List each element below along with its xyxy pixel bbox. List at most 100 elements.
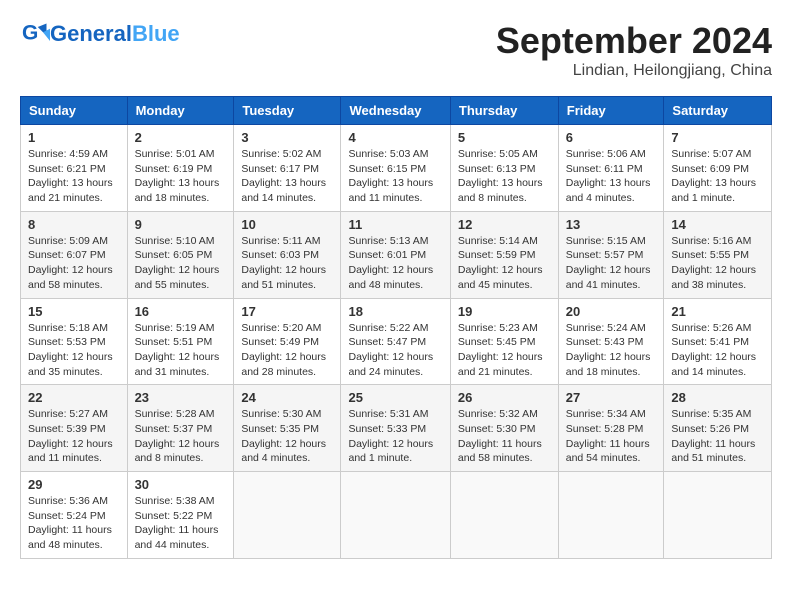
day-number: 22 xyxy=(28,390,120,405)
calendar-cell: 2Sunrise: 5:01 AM Sunset: 6:19 PM Daylig… xyxy=(127,125,234,212)
day-number: 1 xyxy=(28,130,120,145)
weekday-header-thursday: Thursday xyxy=(450,97,558,125)
day-number: 12 xyxy=(458,217,551,232)
calendar-cell xyxy=(450,472,558,559)
svg-text:G: G xyxy=(22,21,38,44)
day-info: Sunrise: 5:19 AM Sunset: 5:51 PM Dayligh… xyxy=(135,321,227,380)
title-area: September 2024 Lindian, Heilongjiang, Ch… xyxy=(496,20,772,80)
logo: G GeneralBlue xyxy=(20,20,180,48)
calendar-cell: 15 Sunrise: 5:18 AM Sunset: 5:53 PM Dayli… xyxy=(21,298,128,385)
calendar-cell: 13 Sunrise: 5:15 AM Sunset: 5:57 PM Dayli… xyxy=(558,211,664,298)
day-info: Sunrise: 5:28 AM Sunset: 5:37 PM Dayligh… xyxy=(135,407,227,466)
day-number: 26 xyxy=(458,390,551,405)
calendar-cell: 11 Sunrise: 5:13 AM Sunset: 6:01 PM Dayli… xyxy=(341,211,450,298)
calendar-week-4: 22 Sunrise: 5:27 AM Sunset: 5:39 PM Dayli… xyxy=(21,385,772,472)
day-info: Sunrise: 5:26 AM Sunset: 5:41 PM Dayligh… xyxy=(671,321,764,380)
day-info: Sunrise: 5:32 AM Sunset: 5:30 PM Dayligh… xyxy=(458,407,551,466)
weekday-header-wednesday: Wednesday xyxy=(341,97,450,125)
day-number: 29 xyxy=(28,477,120,492)
day-info: Sunrise: 5:18 AM Sunset: 5:53 PM Dayligh… xyxy=(28,321,120,380)
day-info: Sunrise: 5:22 AM Sunset: 5:47 PM Dayligh… xyxy=(348,321,442,380)
day-info: Sunrise: 5:31 AM Sunset: 5:33 PM Dayligh… xyxy=(348,407,442,466)
calendar-week-3: 15 Sunrise: 5:18 AM Sunset: 5:53 PM Dayli… xyxy=(21,298,772,385)
day-number: 28 xyxy=(671,390,764,405)
day-number: 3 xyxy=(241,130,333,145)
day-info: Sunrise: 5:10 AM Sunset: 6:05 PM Dayligh… xyxy=(135,234,227,293)
day-info: Sunrise: 5:34 AM Sunset: 5:28 PM Dayligh… xyxy=(566,407,657,466)
day-number: 16 xyxy=(135,304,227,319)
calendar-cell: 10Sunrise: 5:11 AM Sunset: 6:03 PM Dayli… xyxy=(234,211,341,298)
calendar-cell: 22 Sunrise: 5:27 AM Sunset: 5:39 PM Dayli… xyxy=(21,385,128,472)
day-info: Sunrise: 5:23 AM Sunset: 5:45 PM Dayligh… xyxy=(458,321,551,380)
day-number: 11 xyxy=(348,217,442,232)
day-number: 8 xyxy=(28,217,120,232)
day-info: Sunrise: 5:16 AM Sunset: 5:55 PM Dayligh… xyxy=(671,234,764,293)
weekday-header-monday: Monday xyxy=(127,97,234,125)
day-number: 6 xyxy=(566,130,657,145)
day-number: 13 xyxy=(566,217,657,232)
day-info: Sunrise: 5:20 AM Sunset: 5:49 PM Dayligh… xyxy=(241,321,333,380)
weekday-header-friday: Friday xyxy=(558,97,664,125)
calendar-cell: 14 Sunrise: 5:16 AM Sunset: 5:55 PM Dayli… xyxy=(664,211,772,298)
day-number: 5 xyxy=(458,130,551,145)
day-info: Sunrise: 5:02 AM Sunset: 6:17 PM Dayligh… xyxy=(241,147,333,206)
calendar-cell: 9 Sunrise: 5:10 AM Sunset: 6:05 PM Daylig… xyxy=(127,211,234,298)
calendar-cell: 1 Sunrise: 4:59 AM Sunset: 6:21 PM Daylig… xyxy=(21,125,128,212)
day-info: Sunrise: 5:11 AM Sunset: 6:03 PM Dayligh… xyxy=(241,234,333,293)
day-number: 23 xyxy=(135,390,227,405)
location-title: Lindian, Heilongjiang, China xyxy=(496,62,772,80)
calendar-cell: 16 Sunrise: 5:19 AM Sunset: 5:51 PM Dayli… xyxy=(127,298,234,385)
calendar-cell: 19 Sunrise: 5:23 AM Sunset: 5:45 PM Dayli… xyxy=(450,298,558,385)
day-info: Sunrise: 5:35 AM Sunset: 5:26 PM Dayligh… xyxy=(671,407,764,466)
day-info: Sunrise: 5:27 AM Sunset: 5:39 PM Dayligh… xyxy=(28,407,120,466)
day-number: 19 xyxy=(458,304,551,319)
weekday-header-saturday: Saturday xyxy=(664,97,772,125)
day-info: Sunrise: 5:15 AM Sunset: 5:57 PM Dayligh… xyxy=(566,234,657,293)
calendar-cell xyxy=(341,472,450,559)
calendar-cell: 27 Sunrise: 5:34 AM Sunset: 5:28 PM Dayli… xyxy=(558,385,664,472)
day-info: Sunrise: 5:24 AM Sunset: 5:43 PM Dayligh… xyxy=(566,321,657,380)
calendar-cell: 24Sunrise: 5:30 AM Sunset: 5:35 PM Dayli… xyxy=(234,385,341,472)
day-info: Sunrise: 5:03 AM Sunset: 6:15 PM Dayligh… xyxy=(348,147,442,206)
day-info: Sunrise: 5:05 AM Sunset: 6:13 PM Dayligh… xyxy=(458,147,551,206)
logo-icon: G xyxy=(22,20,50,48)
calendar-cell: 23 Sunrise: 5:28 AM Sunset: 5:37 PM Dayli… xyxy=(127,385,234,472)
calendar-cell: 18Sunrise: 5:22 AM Sunset: 5:47 PM Dayli… xyxy=(341,298,450,385)
day-number: 15 xyxy=(28,304,120,319)
day-number: 27 xyxy=(566,390,657,405)
calendar-cell: 3 Sunrise: 5:02 AM Sunset: 6:17 PM Daylig… xyxy=(234,125,341,212)
day-info: Sunrise: 5:01 AM Sunset: 6:19 PM Dayligh… xyxy=(135,147,227,206)
day-info: Sunrise: 5:06 AM Sunset: 6:11 PM Dayligh… xyxy=(566,147,657,206)
calendar-cell: 20 Sunrise: 5:24 AM Sunset: 5:43 PM Dayli… xyxy=(558,298,664,385)
day-info: Sunrise: 5:13 AM Sunset: 6:01 PM Dayligh… xyxy=(348,234,442,293)
calendar-cell: 21 Sunrise: 5:26 AM Sunset: 5:41 PM Dayli… xyxy=(664,298,772,385)
calendar-week-2: 8 Sunrise: 5:09 AM Sunset: 6:07 PM Daylig… xyxy=(21,211,772,298)
calendar-week-5: 29Sunrise: 5:36 AM Sunset: 5:24 PM Dayli… xyxy=(21,472,772,559)
day-number: 20 xyxy=(566,304,657,319)
logo-text: GeneralBlue xyxy=(50,23,180,45)
day-number: 14 xyxy=(671,217,764,232)
day-number: 9 xyxy=(135,217,227,232)
weekday-header-tuesday: Tuesday xyxy=(234,97,341,125)
day-info: Sunrise: 5:09 AM Sunset: 6:07 PM Dayligh… xyxy=(28,234,120,293)
day-info: Sunrise: 5:14 AM Sunset: 5:59 PM Dayligh… xyxy=(458,234,551,293)
day-number: 30 xyxy=(135,477,227,492)
day-number: 4 xyxy=(348,130,442,145)
day-info: Sunrise: 4:59 AM Sunset: 6:21 PM Dayligh… xyxy=(28,147,120,206)
calendar-cell: 17 Sunrise: 5:20 AM Sunset: 5:49 PM Dayli… xyxy=(234,298,341,385)
calendar-week-1: 1 Sunrise: 4:59 AM Sunset: 6:21 PM Daylig… xyxy=(21,125,772,212)
day-info: Sunrise: 5:30 AM Sunset: 5:35 PM Dayligh… xyxy=(241,407,333,466)
calendar-cell: 29Sunrise: 5:36 AM Sunset: 5:24 PM Dayli… xyxy=(21,472,128,559)
calendar-cell: 12 Sunrise: 5:14 AM Sunset: 5:59 PM Dayli… xyxy=(450,211,558,298)
page-header: G GeneralBlue September 2024 Lindian, He… xyxy=(20,20,772,80)
day-number: 17 xyxy=(241,304,333,319)
month-title: September 2024 xyxy=(496,20,772,62)
calendar-cell: 26 Sunrise: 5:32 AM Sunset: 5:30 PM Dayli… xyxy=(450,385,558,472)
day-info: Sunrise: 5:38 AM Sunset: 5:22 PM Dayligh… xyxy=(135,494,227,553)
calendar-cell: 5 Sunrise: 5:05 AM Sunset: 6:13 PM Daylig… xyxy=(450,125,558,212)
calendar-cell: 8 Sunrise: 5:09 AM Sunset: 6:07 PM Daylig… xyxy=(21,211,128,298)
calendar-cell xyxy=(558,472,664,559)
day-number: 21 xyxy=(671,304,764,319)
day-number: 25 xyxy=(348,390,442,405)
calendar-cell: 7Sunrise: 5:07 AM Sunset: 6:09 PM Daylig… xyxy=(664,125,772,212)
